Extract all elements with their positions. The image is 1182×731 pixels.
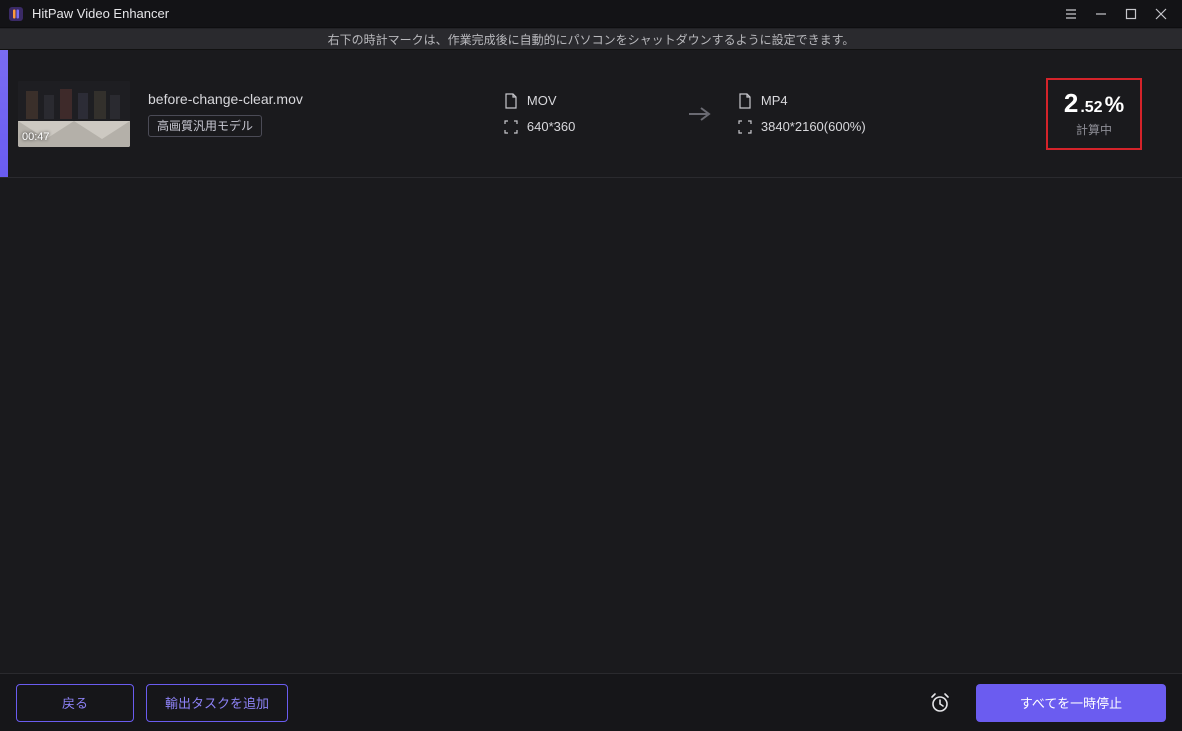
task-list: 00:47 before-change-clear.mov 高画質汎用モデル M… — [0, 50, 1182, 673]
source-resolution: 640*360 — [527, 119, 575, 134]
target-resolution: 3840*2160(600%) — [761, 119, 866, 134]
task-progress-strip — [0, 50, 8, 177]
info-bar: 右下の時計マークは、作業完成後に自動的にパソコンをシャットダウンするように設定で… — [0, 28, 1182, 50]
titlebar: HitPaw Video Enhancer — [0, 0, 1182, 28]
target-resolution-row: 3840*2160(600%) — [737, 119, 897, 135]
source-format: MOV — [527, 93, 557, 108]
progress-box: 2 .52 % 計算中 — [1046, 78, 1142, 150]
close-icon[interactable] — [1146, 0, 1176, 28]
minimize-icon[interactable] — [1086, 0, 1116, 28]
model-badge: 高画質汎用モデル — [148, 115, 262, 137]
progress-status: 計算中 — [1062, 121, 1126, 138]
add-export-task-button[interactable]: 輸出タスクを追加 — [146, 684, 288, 722]
source-spec: MOV 640*360 — [503, 93, 663, 135]
source-resolution-row: 640*360 — [503, 119, 663, 135]
file-column: before-change-clear.mov 高画質汎用モデル — [148, 91, 303, 137]
alarm-clock-icon[interactable] — [928, 691, 952, 715]
window-controls — [1056, 0, 1176, 28]
resolution-icon — [503, 119, 519, 135]
thumbnail-duration: 00:47 — [22, 131, 50, 143]
arrow-icon — [687, 105, 713, 123]
target-spec: MP4 3840*2160(600%) — [737, 93, 897, 135]
app-logo — [8, 6, 24, 22]
maximize-icon[interactable] — [1116, 0, 1146, 28]
menu-icon[interactable] — [1056, 0, 1086, 28]
task-row: 00:47 before-change-clear.mov 高画質汎用モデル M… — [0, 50, 1182, 178]
app-title: HitPaw Video Enhancer — [32, 6, 1056, 21]
file-icon — [737, 93, 753, 109]
progress-dec: .52 — [1080, 99, 1102, 117]
progress-int: 2 — [1064, 88, 1078, 119]
back-button[interactable]: 戻る — [16, 684, 134, 722]
footer: 戻る 輸出タスクを追加 すべてを一時停止 — [0, 673, 1182, 731]
file-icon — [503, 93, 519, 109]
thumbnail-wrap: 00:47 — [18, 81, 130, 147]
target-format: MP4 — [761, 93, 788, 108]
pause-all-button[interactable]: すべてを一時停止 — [976, 684, 1166, 722]
file-name: before-change-clear.mov — [148, 91, 303, 107]
progress-percent-sign: % — [1105, 92, 1125, 118]
info-text: 右下の時計マークは、作業完成後に自動的にパソコンをシャットダウンするように設定で… — [328, 31, 855, 48]
source-format-row: MOV — [503, 93, 663, 109]
progress-value: 2 .52 % — [1064, 88, 1124, 119]
target-format-row: MP4 — [737, 93, 897, 109]
resolution-icon — [737, 119, 753, 135]
